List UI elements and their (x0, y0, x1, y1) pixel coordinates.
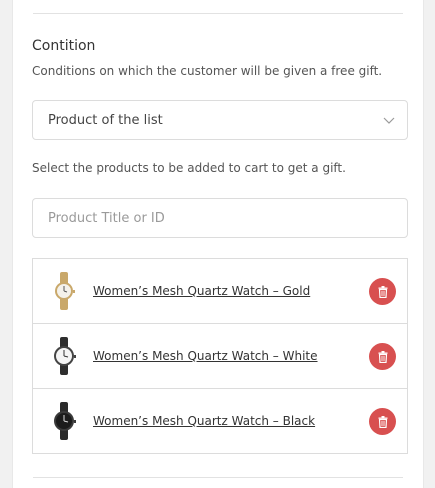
bottom-divider (33, 477, 403, 478)
product-search-input[interactable] (32, 198, 408, 238)
watch-icon (54, 337, 76, 375)
product-title-link[interactable]: Women’s Mesh Quartz Watch – White (93, 349, 318, 363)
top-divider (33, 13, 403, 14)
condition-title: Contition (32, 38, 96, 54)
condition-description: Conditions on which the customer will be… (32, 64, 383, 78)
settings-card: Contition Conditions on which the custom… (12, 0, 424, 488)
trash-icon (378, 285, 387, 298)
watch-icon (55, 272, 75, 310)
condition-select-value: Product of the list (48, 112, 163, 128)
product-row: Women’s Mesh Quartz Watch – Gold (33, 259, 407, 324)
chevron-down-icon (383, 117, 395, 124)
trash-icon (378, 415, 387, 428)
delete-product-button[interactable] (369, 278, 396, 305)
watch-icon (54, 402, 76, 440)
product-title-link[interactable]: Women’s Mesh Quartz Watch – Black (93, 414, 315, 428)
product-title-link[interactable]: Women’s Mesh Quartz Watch – Gold (93, 284, 310, 298)
product-row: Women’s Mesh Quartz Watch – White (33, 324, 407, 389)
condition-select[interactable]: Product of the list (32, 100, 408, 140)
products-helper-text: Select the products to be added to cart … (32, 161, 346, 175)
trash-icon (378, 350, 387, 363)
delete-product-button[interactable] (369, 408, 396, 435)
product-list: Women’s Mesh Quartz Watch – Gold Women’s… (32, 258, 408, 454)
delete-product-button[interactable] (369, 343, 396, 370)
product-row: Women’s Mesh Quartz Watch – Black (33, 389, 407, 453)
